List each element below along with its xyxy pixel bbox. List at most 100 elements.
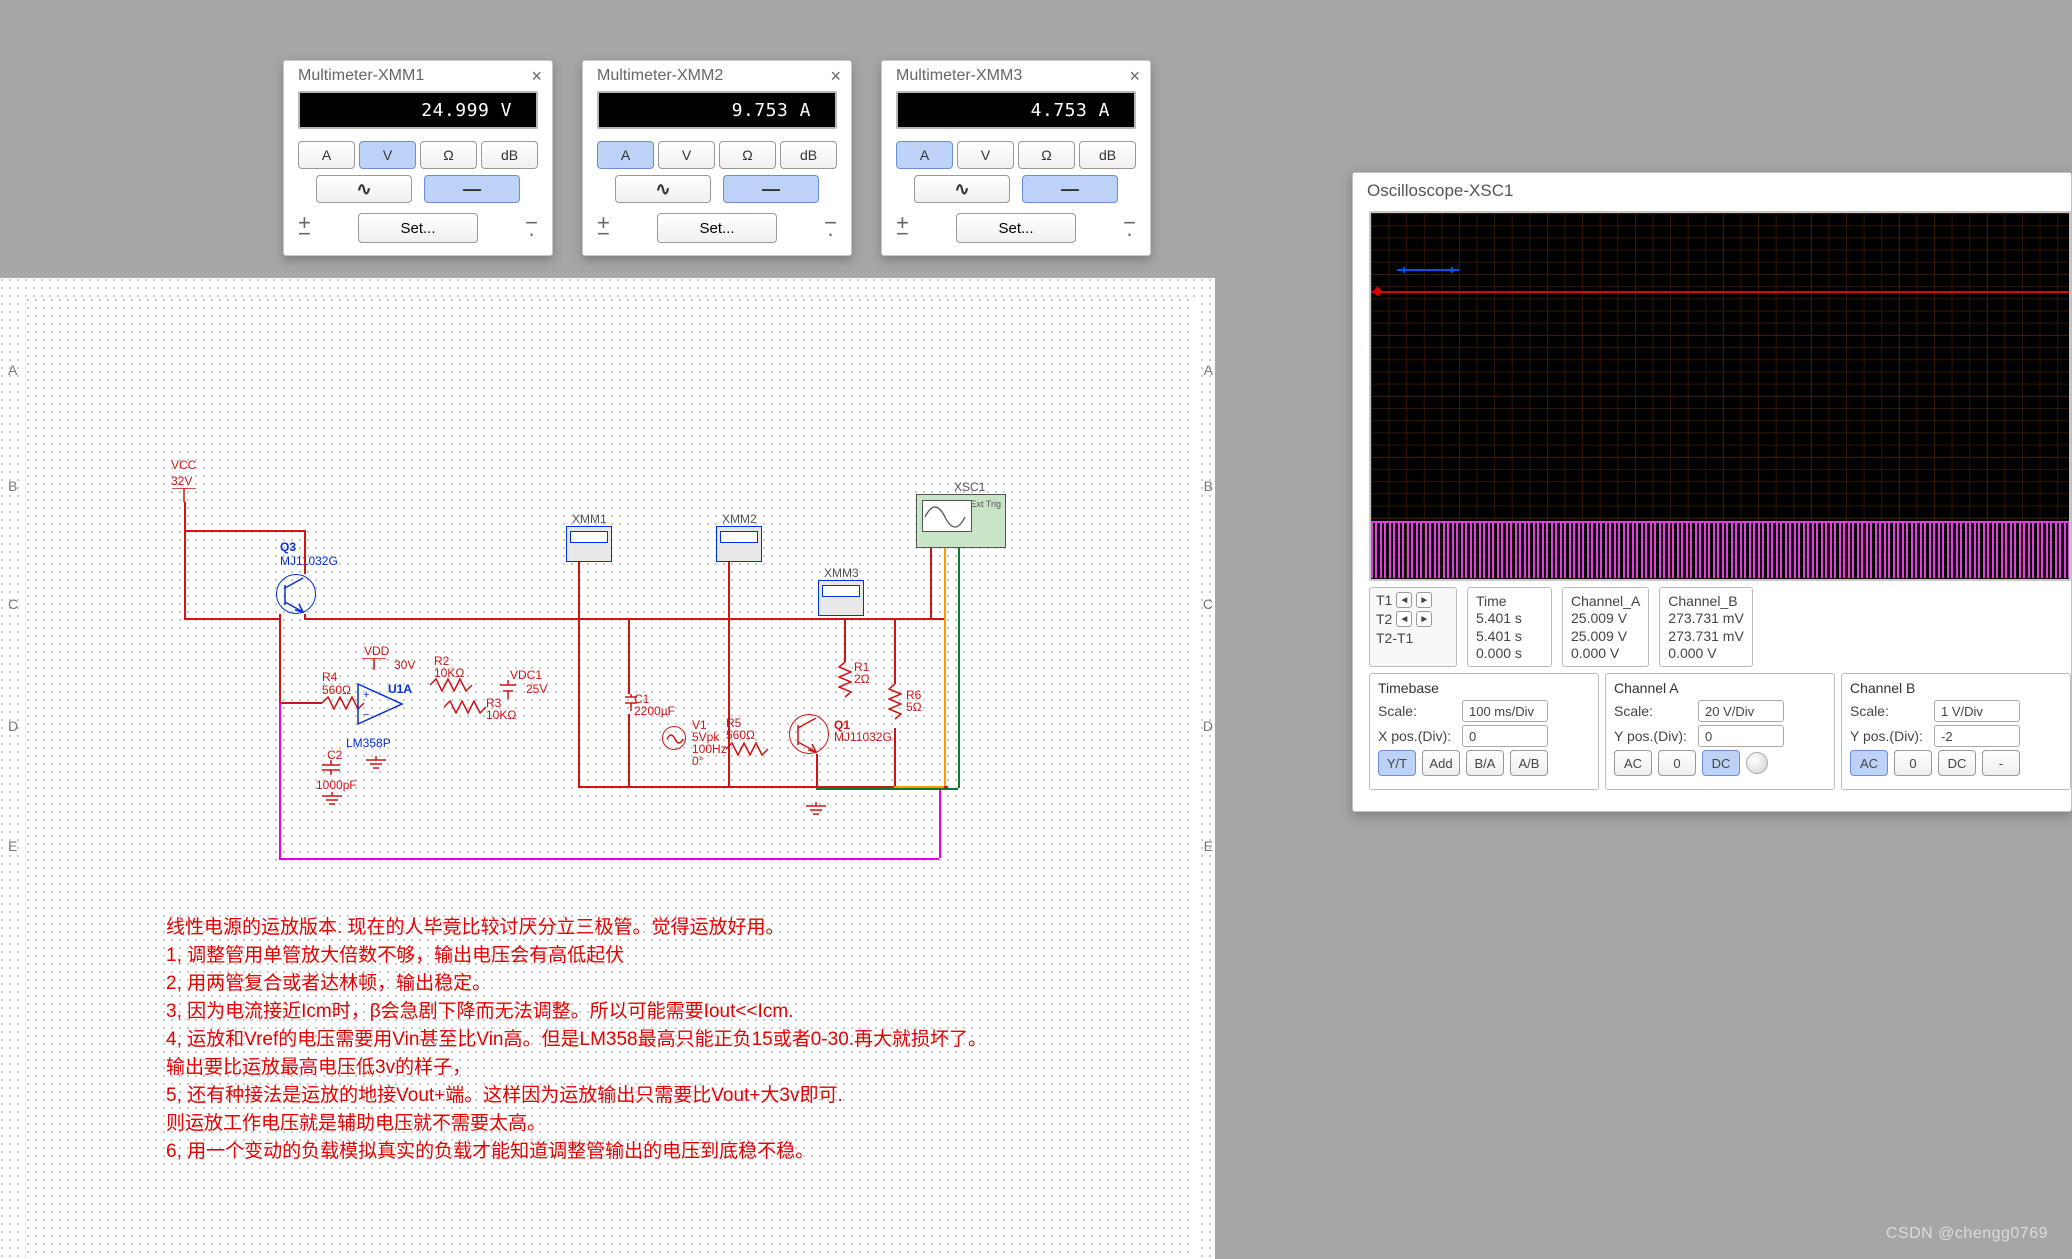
transistor-q1[interactable] bbox=[789, 714, 829, 754]
annotation-line: 1, 调整管用单管放大倍数不够，输出电压会有高低起伏 bbox=[166, 942, 624, 971]
cursor-right-button[interactable]: ► bbox=[1416, 611, 1432, 627]
mode-button-ohm[interactable]: Ω bbox=[420, 141, 477, 169]
ruler-mark: B bbox=[8, 478, 17, 494]
cursor-controls[interactable]: T1◄► T2◄► T2-T1 bbox=[1369, 587, 1457, 667]
close-icon[interactable]: × bbox=[1129, 67, 1140, 85]
ruler-mark: C bbox=[1203, 596, 1213, 612]
ruler-mark: A bbox=[1204, 362, 1213, 378]
close-icon[interactable]: × bbox=[830, 67, 841, 85]
readout-value: 0.000 V bbox=[1571, 645, 1640, 661]
panel-title: Timebase bbox=[1378, 680, 1590, 696]
cursor-right-button[interactable]: ► bbox=[1416, 592, 1432, 608]
cap-icon bbox=[618, 694, 640, 714]
oscilloscope-title: Oscilloscope-XSC1 bbox=[1367, 181, 1513, 201]
xmm2-symbol[interactable] bbox=[716, 526, 762, 562]
readout-value: 25.009 V bbox=[1571, 610, 1640, 626]
annotation-line: 5, 还有种接法是运放的地接Vout+端。这样因为运放输出只需要比Vout+大3… bbox=[166, 1082, 843, 1111]
btn-chb-invert[interactable]: - bbox=[1982, 750, 2020, 776]
schematic-sheet[interactable]: A B C D E A B C D E VCC 32V Q3 MJ11032G bbox=[0, 278, 1215, 1259]
btn-cha-0[interactable]: 0 bbox=[1658, 750, 1696, 776]
v1-b: 100Hz bbox=[692, 742, 727, 756]
chb-scale-input[interactable]: 1 V/Div bbox=[1934, 700, 2020, 722]
wave-dc-button[interactable]: ― bbox=[723, 175, 819, 203]
cha-scale-input[interactable]: 20 V/Div bbox=[1698, 700, 1784, 722]
multimeter-xmm2[interactable]: Multimeter-XMM2 × 9.753 A A V Ω dB ∿ ― +… bbox=[582, 60, 852, 256]
wave-dc-button[interactable]: ― bbox=[424, 175, 520, 203]
wave-dc-button[interactable]: ― bbox=[1022, 175, 1118, 203]
xmm2-label: XMM2 bbox=[722, 512, 757, 526]
multimeter-title: Multimeter-XMM2 bbox=[597, 67, 723, 85]
opamp-icon[interactable]: +− bbox=[356, 682, 406, 726]
scale-label: Scale: bbox=[1850, 703, 1928, 719]
cursor-marker[interactable] bbox=[1397, 269, 1459, 271]
xmm1-symbol[interactable] bbox=[566, 526, 612, 562]
btn-chb-0[interactable]: 0 bbox=[1894, 750, 1932, 776]
timebase-scale-input[interactable]: 100 ms/Div bbox=[1462, 700, 1548, 722]
schematic-canvas[interactable]: VCC 32V Q3 MJ11032G R4 560Ω bbox=[26, 298, 1195, 1259]
resistor-icon bbox=[430, 678, 478, 692]
wave-sine-button[interactable]: ∿ bbox=[914, 175, 1010, 203]
u1a-part: LM358P bbox=[346, 736, 391, 750]
btn-cha-dc[interactable]: DC bbox=[1702, 750, 1740, 776]
mode-button-v[interactable]: V bbox=[658, 141, 715, 169]
readout-header-chb: Channel_B bbox=[1668, 593, 1744, 609]
ruler-mark: C bbox=[8, 596, 18, 612]
mode-button-a[interactable]: A bbox=[896, 141, 953, 169]
c2-value: 1000pF bbox=[316, 778, 357, 792]
ruler manner: E bbox=[8, 838, 17, 854]
mode-button-db[interactable]: dB bbox=[1079, 141, 1136, 169]
v1-c: 0° bbox=[692, 754, 703, 768]
vdc1-value: 25V bbox=[526, 682, 547, 696]
btn-chb-dc[interactable]: DC bbox=[1938, 750, 1976, 776]
plus-minus-icon: −· bbox=[824, 217, 837, 239]
mode-button-v[interactable]: V bbox=[359, 141, 416, 169]
cha-ypos-input[interactable]: 0 bbox=[1698, 725, 1784, 747]
readout-value: 25.009 V bbox=[1571, 628, 1640, 644]
svg-text:−: − bbox=[363, 709, 369, 721]
mode-button-ohm[interactable]: Ω bbox=[1018, 141, 1075, 169]
transistor-q3[interactable] bbox=[276, 574, 316, 614]
cursor-t2-label: T2 bbox=[1376, 611, 1392, 627]
ground-icon bbox=[322, 792, 342, 806]
mode-button-a[interactable]: A bbox=[298, 141, 355, 169]
ac-source-icon[interactable] bbox=[662, 726, 686, 750]
panel-title: Channel A bbox=[1614, 680, 1826, 696]
multimeter-xmm1[interactable]: Multimeter-XMM1 × 24.999 V A V Ω dB ∿ ― … bbox=[283, 60, 553, 256]
close-icon[interactable]: × bbox=[531, 67, 542, 85]
mode-button-ohm[interactable]: Ω bbox=[719, 141, 776, 169]
set-button[interactable]: Set... bbox=[956, 213, 1076, 243]
oscilloscope-symbol[interactable]: Ext Trig bbox=[916, 494, 1006, 548]
btn-ba[interactable]: B/A bbox=[1466, 750, 1504, 776]
multimeter-xmm3[interactable]: Multimeter-XMM3 × 4.753 A A V Ω dB ∿ ― +… bbox=[881, 60, 1151, 256]
timebase-xpos-input[interactable]: 0 bbox=[1462, 725, 1548, 747]
wave-sine-button[interactable]: ∿ bbox=[615, 175, 711, 203]
chb-ypos-input[interactable]: -2 bbox=[1934, 725, 2020, 747]
xmm3-symbol[interactable] bbox=[818, 580, 864, 616]
resistor-icon bbox=[444, 700, 492, 714]
cursor-left-button[interactable]: ◄ bbox=[1396, 611, 1412, 627]
oscilloscope-screen[interactable] bbox=[1369, 211, 2071, 581]
mode-button-db[interactable]: dB bbox=[780, 141, 837, 169]
ground-icon bbox=[806, 802, 826, 818]
mode-button-a[interactable]: A bbox=[597, 141, 654, 169]
multimeter-title: Multimeter-XMM1 bbox=[298, 67, 424, 85]
set-button[interactable]: Set... bbox=[657, 213, 777, 243]
mode-button-db[interactable]: dB bbox=[481, 141, 538, 169]
btn-chb-ac[interactable]: AC bbox=[1850, 750, 1888, 776]
btn-yt[interactable]: Y/T bbox=[1378, 750, 1416, 776]
cursor-left-button[interactable]: ◄ bbox=[1396, 592, 1412, 608]
set-button[interactable]: Set... bbox=[358, 213, 478, 243]
wave-sine-button[interactable]: ∿ bbox=[316, 175, 412, 203]
battery-icon bbox=[498, 680, 518, 702]
btn-add[interactable]: Add bbox=[1422, 750, 1460, 776]
annotation-line: 则运放工作电压就是辅助电压就不需要太高。 bbox=[166, 1110, 546, 1139]
oscilloscope-window[interactable]: Oscilloscope-XSC1 × T1◄► T2◄► T2-T1 Time… bbox=[1352, 172, 2072, 812]
vdd-label: VDD bbox=[364, 644, 389, 658]
mode-button-v[interactable]: V bbox=[957, 141, 1014, 169]
readout-value: 0.000 V bbox=[1668, 645, 1744, 661]
trace-channel-a bbox=[1371, 291, 2069, 293]
btn-cha-ac[interactable]: AC bbox=[1614, 750, 1652, 776]
oscilloscope-readout: T1◄► T2◄► T2-T1 Time 5.401 s 5.401 s 0.0… bbox=[1369, 587, 2071, 667]
btn-ab[interactable]: A/B bbox=[1510, 750, 1548, 776]
cha-knob[interactable] bbox=[1746, 752, 1768, 774]
